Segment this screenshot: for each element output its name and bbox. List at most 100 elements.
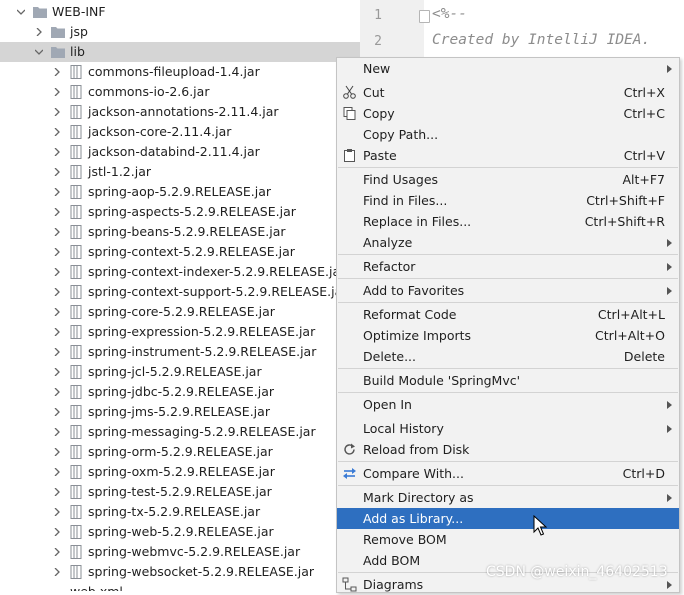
chevron-right-icon[interactable] bbox=[53, 388, 61, 396]
submenu-arrow-icon bbox=[667, 287, 672, 295]
menu-item-find-in-files[interactable]: Find in Files... Ctrl+Shift+F bbox=[337, 190, 679, 211]
menu-item-shortcut: Ctrl+X bbox=[623, 85, 665, 100]
chevron-right-icon[interactable] bbox=[53, 428, 61, 436]
menu-item-refactor[interactable]: Refactor bbox=[337, 256, 679, 277]
jar-icon bbox=[70, 445, 82, 459]
tree-label: jsp bbox=[70, 24, 88, 39]
menu-item-add-to-favorites[interactable]: Add to Favorites bbox=[337, 280, 679, 301]
tree-node-jar[interactable]: spring-context-support-5.2.9.RELEASE.jar bbox=[0, 282, 360, 302]
menu-item-replace-in-files[interactable]: Replace in Files... Ctrl+Shift+R bbox=[337, 211, 679, 232]
tree-node-jar[interactable]: spring-websocket-5.2.9.RELEASE.jar bbox=[0, 562, 360, 582]
tree-node-web-xml[interactable]: web.xml bbox=[0, 582, 360, 591]
menu-item-local-history[interactable]: Local History bbox=[337, 418, 679, 439]
chevron-down-icon[interactable] bbox=[35, 48, 43, 56]
tree-node-jar[interactable]: spring-test-5.2.9.RELEASE.jar bbox=[0, 482, 360, 502]
chevron-right-icon[interactable] bbox=[35, 28, 43, 36]
chevron-right-icon[interactable] bbox=[53, 328, 61, 336]
tree-node-jar[interactable]: commons-io-2.6.jar bbox=[0, 82, 360, 102]
tree-node-lib[interactable]: lib bbox=[0, 42, 360, 62]
menu-item-copy[interactable]: Copy Ctrl+C bbox=[337, 103, 679, 124]
menu-item-paste[interactable]: Paste Ctrl+V bbox=[337, 145, 679, 166]
chevron-right-icon[interactable] bbox=[53, 288, 61, 296]
menu-item-shortcut: Alt+F7 bbox=[622, 172, 665, 187]
menu-item-label: Optimize Imports bbox=[363, 328, 472, 343]
jar-icon bbox=[70, 225, 82, 239]
chevron-right-icon[interactable] bbox=[53, 308, 61, 316]
chevron-right-icon[interactable] bbox=[53, 508, 61, 516]
chevron-right-icon[interactable] bbox=[53, 108, 61, 116]
tree-node-jar[interactable]: spring-tx-5.2.9.RELEASE.jar bbox=[0, 502, 360, 522]
chevron-right-icon[interactable] bbox=[53, 88, 61, 96]
chevron-right-icon[interactable] bbox=[53, 208, 61, 216]
code-line: <%-- bbox=[432, 6, 467, 22]
tree-node-jar[interactable]: spring-jdbc-5.2.9.RELEASE.jar bbox=[0, 382, 360, 402]
tree-node-jar[interactable]: jstl-1.2.jar bbox=[0, 162, 360, 182]
chevron-right-icon[interactable] bbox=[53, 548, 61, 556]
tree-label: spring-aspects-5.2.9.RELEASE.jar bbox=[88, 204, 296, 219]
fold-marker-icon[interactable] bbox=[419, 10, 430, 23]
context-menu: New Cut Ctrl+X Copy Ctrl+C Copy Path... Paste C… bbox=[336, 57, 680, 593]
menu-item-cut[interactable]: Cut Ctrl+X bbox=[337, 82, 679, 103]
chevron-right-icon[interactable] bbox=[53, 248, 61, 256]
tree-node-jar[interactable]: spring-core-5.2.9.RELEASE.jar bbox=[0, 302, 360, 322]
menu-item-reformat-code[interactable]: Reformat Code Ctrl+Alt+L bbox=[337, 304, 679, 325]
menu-item-mark-directory-as[interactable]: Mark Directory as bbox=[337, 487, 679, 508]
jar-icon bbox=[70, 545, 82, 559]
menu-separator bbox=[338, 167, 678, 168]
tree-node-jar[interactable]: spring-jms-5.2.9.RELEASE.jar bbox=[0, 402, 360, 422]
menu-item-label: Copy bbox=[363, 106, 395, 121]
chevron-right-icon[interactable] bbox=[53, 408, 61, 416]
tree-node-jar[interactable]: spring-context-indexer-5.2.9.RELEASE.jar bbox=[0, 262, 360, 282]
menu-item-shortcut: Ctrl+C bbox=[623, 106, 665, 121]
chevron-right-icon[interactable] bbox=[53, 68, 61, 76]
menu-item-compare-with[interactable]: Compare With... Ctrl+D bbox=[337, 463, 679, 484]
menu-item-delete[interactable]: Delete... Delete bbox=[337, 346, 679, 367]
menu-item-new[interactable]: New bbox=[337, 58, 679, 79]
menu-item-remove-bom[interactable]: Remove BOM bbox=[337, 529, 679, 550]
chevron-right-icon[interactable] bbox=[53, 168, 61, 176]
menu-item-reload-from-disk[interactable]: Reload from Disk bbox=[337, 439, 679, 460]
tree-node-jar[interactable]: spring-aspects-5.2.9.RELEASE.jar bbox=[0, 202, 360, 222]
tree-node-web-inf[interactable]: WEB-INF bbox=[0, 2, 360, 22]
tree-node-jar[interactable]: spring-aop-5.2.9.RELEASE.jar bbox=[0, 182, 360, 202]
menu-item-optimize-imports[interactable]: Optimize Imports Ctrl+Alt+O bbox=[337, 325, 679, 346]
menu-item-label: Add as Library... bbox=[363, 511, 464, 526]
tree-node-jar[interactable]: jackson-databind-2.11.4.jar bbox=[0, 142, 360, 162]
chevron-right-icon[interactable] bbox=[53, 188, 61, 196]
chevron-right-icon[interactable] bbox=[53, 568, 61, 576]
chevron-right-icon[interactable] bbox=[53, 128, 61, 136]
chevron-down-icon[interactable] bbox=[17, 8, 25, 16]
tree-node-jar[interactable]: spring-orm-5.2.9.RELEASE.jar bbox=[0, 442, 360, 462]
chevron-right-icon[interactable] bbox=[53, 348, 61, 356]
chevron-right-icon[interactable] bbox=[53, 268, 61, 276]
tree-node-jar[interactable]: jackson-annotations-2.11.4.jar bbox=[0, 102, 360, 122]
chevron-right-icon[interactable] bbox=[53, 368, 61, 376]
menu-item-find-usages[interactable]: Find Usages Alt+F7 bbox=[337, 169, 679, 190]
menu-item-add-as-library[interactable]: Add as Library... bbox=[337, 508, 679, 529]
chevron-right-icon[interactable] bbox=[53, 468, 61, 476]
chevron-right-icon[interactable] bbox=[53, 488, 61, 496]
tree-node-jar[interactable]: jackson-core-2.11.4.jar bbox=[0, 122, 360, 142]
menu-item-analyze[interactable]: Analyze bbox=[337, 232, 679, 253]
tree-label: spring-web-5.2.9.RELEASE.jar bbox=[88, 524, 274, 539]
menu-item-open-in[interactable]: Open In bbox=[337, 394, 679, 415]
tree-node-jar[interactable]: spring-oxm-5.2.9.RELEASE.jar bbox=[0, 462, 360, 482]
tree-node-jar[interactable]: commons-fileupload-1.4.jar bbox=[0, 62, 360, 82]
chevron-right-icon[interactable] bbox=[53, 528, 61, 536]
tree-node-jar[interactable]: spring-webmvc-5.2.9.RELEASE.jar bbox=[0, 542, 360, 562]
chevron-right-icon[interactable] bbox=[53, 228, 61, 236]
chevron-right-icon[interactable] bbox=[53, 148, 61, 156]
menu-item-copy-path[interactable]: Copy Path... bbox=[337, 124, 679, 145]
tree-node-jsp[interactable]: jsp bbox=[0, 22, 360, 42]
diagram-icon bbox=[342, 577, 357, 592]
chevron-right-icon[interactable] bbox=[53, 448, 61, 456]
tree-node-jar[interactable]: spring-instrument-5.2.9.RELEASE.jar bbox=[0, 342, 360, 362]
tree-node-jar[interactable]: spring-web-5.2.9.RELEASE.jar bbox=[0, 522, 360, 542]
menu-item-build-module-springmvc[interactable]: Build Module 'SpringMvc' bbox=[337, 370, 679, 391]
tree-node-jar[interactable]: spring-context-5.2.9.RELEASE.jar bbox=[0, 242, 360, 262]
tree-node-jar[interactable]: spring-jcl-5.2.9.RELEASE.jar bbox=[0, 362, 360, 382]
tree-node-jar[interactable]: spring-beans-5.2.9.RELEASE.jar bbox=[0, 222, 360, 242]
tree-node-jar[interactable]: spring-expression-5.2.9.RELEASE.jar bbox=[0, 322, 360, 342]
folder-icon bbox=[33, 7, 47, 18]
tree-node-jar[interactable]: spring-messaging-5.2.9.RELEASE.jar bbox=[0, 422, 360, 442]
